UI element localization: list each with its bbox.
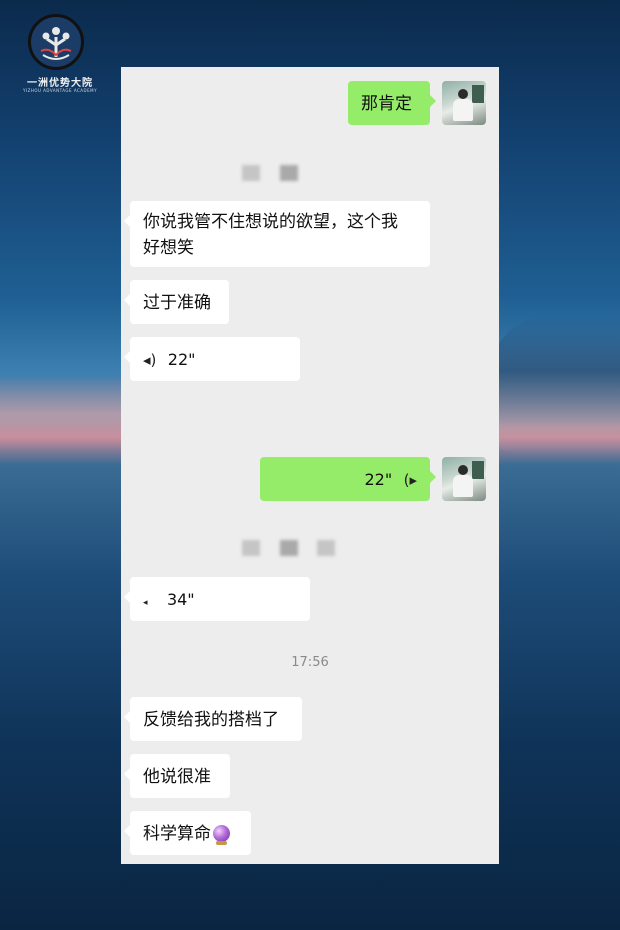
background-cloud-right: [490, 315, 620, 455]
my-voice-message[interactable]: 22" (▸: [260, 457, 436, 501]
their-message-bubble[interactable]: 科学算命: [124, 811, 251, 855]
their-message-bubble[interactable]: 他说很准: [124, 754, 230, 798]
chat-window[interactable]: 那肯定 你说我管不住想说的欲望，这个我 好想笑 过于准确 ◂) 22" 22" …: [121, 67, 499, 864]
watermark-logo: 一洲优势大院 YIZHOU ADVANTAGE ACADEMY: [20, 14, 100, 96]
my-avatar[interactable]: [442, 81, 486, 125]
message-text: 反馈给我的搭档了: [143, 710, 279, 730]
their-message-bubble[interactable]: 过于准确: [124, 280, 229, 324]
voice-duration: 22": [167, 350, 196, 369]
crystal-ball-icon: [213, 825, 230, 845]
voice-wave-icon: ◂: [143, 598, 148, 608]
voice-duration: 22": [364, 470, 393, 489]
message-text: 好想笑: [143, 238, 194, 258]
blurred-name: [242, 165, 260, 181]
blurred-name: [280, 165, 298, 181]
my-avatar[interactable]: [442, 457, 486, 501]
message-text: 他说很准: [143, 767, 211, 787]
blurred-name: [280, 540, 298, 556]
my-message-bubble[interactable]: 那肯定: [348, 81, 436, 125]
their-voice-message[interactable]: ◂) 22": [124, 337, 300, 381]
background-cloud-left: [0, 380, 125, 450]
voice-duration: 34": [166, 590, 195, 609]
logo-title: 一洲优势大院: [27, 78, 93, 89]
blurred-name: [317, 540, 335, 556]
message-text: 你说我管不住想说的欲望，这个我: [143, 212, 398, 232]
blurred-name: [242, 540, 260, 556]
tree-logo-icon: [28, 14, 84, 70]
message-timestamp: 17:56: [291, 655, 329, 670]
their-message-bubble[interactable]: 你说我管不住想说的欲望，这个我 好想笑: [124, 201, 430, 267]
message-text: 过于准确: [143, 293, 211, 313]
message-text: 那肯定: [361, 94, 412, 114]
their-message-bubble[interactable]: 反馈给我的搭档了: [124, 697, 302, 741]
voice-wave-icon: ◂): [143, 351, 157, 369]
message-text: 科学算命: [143, 824, 211, 844]
voice-wave-icon: (▸: [403, 471, 417, 489]
logo-subtitle: YIZHOU ADVANTAGE ACADEMY: [22, 88, 98, 93]
their-voice-message[interactable]: ◂ 34": [124, 577, 310, 621]
